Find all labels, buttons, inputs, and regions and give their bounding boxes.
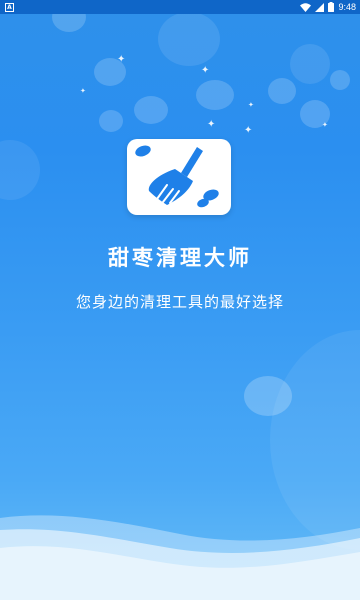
bokeh-circle <box>330 70 350 90</box>
battery-icon <box>328 2 335 12</box>
app-title: 甜枣清理大师 <box>108 246 252 270</box>
app-logo <box>127 139 231 215</box>
bokeh-circle <box>0 140 40 200</box>
bokeh-circle <box>196 80 234 110</box>
bokeh-circle <box>134 96 168 124</box>
wifi-icon <box>300 2 312 12</box>
splash-screen: ✦ ✦ ✦ ✦ ✦ ✦ ✦ A 9:48 甜枣清理大师 您身边的清理工具的最好选… <box>0 0 360 600</box>
status-bar: A 9:48 <box>0 0 360 14</box>
bottom-wave-decoration <box>0 515 360 600</box>
sparkle-icon: ✦ <box>117 54 126 65</box>
sparkle-icon: ✦ <box>201 65 210 76</box>
app-slogan: 您身边的清理工具的最好选择 <box>75 293 284 311</box>
sparkle-icon: ✦ <box>322 121 328 129</box>
broom-icon <box>135 145 219 208</box>
signal-icon <box>315 2 325 12</box>
notification-icon: A <box>5 3 14 12</box>
status-time: 9:48 <box>338 2 356 12</box>
sparkle-icon: ✦ <box>248 101 254 109</box>
bokeh-circle <box>158 12 220 66</box>
bokeh-circle <box>268 78 296 104</box>
sparkle-icon: ✦ <box>207 119 216 130</box>
sparkle-icon: ✦ <box>80 87 86 95</box>
bokeh-circle <box>290 44 330 84</box>
bokeh-circle <box>99 110 123 132</box>
sparkle-icon: ✦ <box>244 125 253 136</box>
status-bar-right: 9:48 <box>300 0 356 14</box>
